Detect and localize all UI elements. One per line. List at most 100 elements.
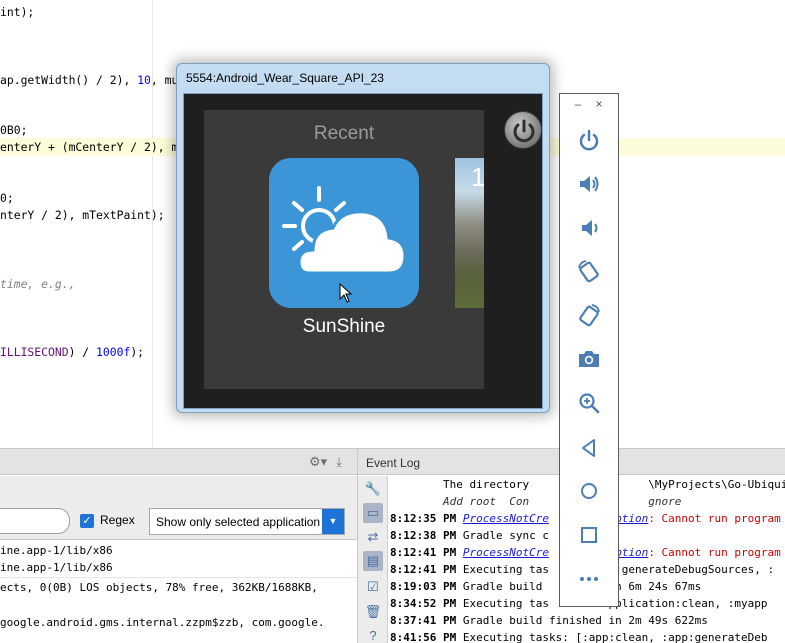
application-filter-select[interactable]: Show only selected application ▼ — [149, 508, 345, 535]
balloon-icon[interactable]: ▭ — [363, 503, 383, 523]
camera-icon — [579, 351, 599, 367]
event-text: Executing tas — [462, 563, 549, 576]
emulator-window[interactable]: 5554:Android_Wear_Square_API_23 Recent S… — [176, 63, 550, 413]
event-time: 8:12:38 PM — [390, 529, 463, 542]
hide-panel-icon[interactable]: ⤓ — [331, 454, 347, 470]
logcat-panel: ⚙▾ ⤓ ✓ Regex Show only selected applicat… — [0, 448, 357, 643]
mark-read-icon[interactable]: ☑ — [363, 577, 383, 597]
overview-button[interactable] — [576, 522, 602, 548]
volume-down-button[interactable] — [576, 215, 602, 241]
more-button[interactable] — [576, 566, 602, 592]
watch-screen[interactable]: Recent SunShine 1 — [204, 110, 484, 389]
home-icon — [581, 483, 597, 499]
emulator-frame: Recent SunShine 1 — [183, 93, 543, 409]
event-time: 8:37:41 PM — [390, 614, 463, 627]
minimize-button[interactable]: – — [572, 97, 584, 111]
event-log-entry: Add root Con gnore — [390, 493, 681, 510]
code-token: int); — [0, 5, 35, 19]
event-link[interactable]: ption — [615, 512, 648, 525]
code-token: ILLISECOND — [0, 345, 69, 359]
close-button[interactable]: × — [593, 97, 605, 111]
volume-down-icon — [582, 220, 598, 236]
event-link[interactable]: ProcessNotCre — [463, 546, 549, 559]
event-link[interactable]: ProcessNotCre — [463, 512, 549, 525]
event-text: Executing tas — [462, 597, 549, 610]
event-log-entry: 8:12:38 PM Gradle sync c — [390, 527, 549, 544]
settings-icon[interactable]: ▤ — [363, 551, 383, 571]
event-log-title: Event Log — [366, 456, 421, 470]
gear-icon[interactable]: ⚙▾ — [309, 454, 327, 470]
more-icon — [580, 577, 598, 581]
code-token: ap.getWidth() / 2), — [0, 73, 138, 87]
log-line: google.android.gms.internal.zzpm$zzb, co… — [0, 616, 325, 629]
search-input[interactable] — [0, 508, 70, 534]
screenshot-button[interactable] — [576, 346, 602, 372]
event-text: Gradle sync c — [462, 529, 549, 542]
code-token: 1000f — [96, 345, 131, 359]
log-line: ects, 0(0B) LOS objects, 78% free, 362KB… — [0, 581, 318, 594]
power-icon — [513, 119, 535, 143]
code-token: , mu — [150, 73, 179, 87]
event-log-entry: 8:19:03 PM Gradle build in 6m 24s 67ms — [390, 578, 701, 595]
event-time: 8:12:35 PM — [390, 512, 463, 525]
code-line[interactable]: ap.getWidth() / 2), 10, mu — [0, 71, 178, 89]
next-card-text: 1 — [471, 162, 484, 192]
code-line[interactable]: nterY / 2), mTextPaint); — [0, 206, 165, 224]
editor-margin-line — [152, 0, 153, 448]
mouse-cursor-icon — [339, 283, 353, 303]
logcat-header: ⚙▾ ⤓ — [0, 449, 357, 475]
event-time: 8:12:41 PM — [390, 563, 463, 576]
rotate-right-icon — [579, 304, 600, 327]
volume-up-button[interactable] — [576, 171, 602, 197]
regex-checkbox[interactable]: ✓ — [80, 514, 94, 528]
chevron-down-icon[interactable]: ▼ — [322, 509, 344, 534]
code-token: enterY + (mCenterY / 2), m — [0, 140, 179, 154]
help-icon[interactable]: ? — [363, 626, 383, 643]
rotate-right-button[interactable] — [576, 303, 602, 329]
trash-icon[interactable]: 🗑 — [363, 602, 383, 622]
event-time: 8:19:03 PM — [390, 580, 463, 593]
code-line[interactable]: 0; — [0, 189, 14, 207]
rotate-left-button[interactable] — [576, 259, 602, 285]
back-icon — [582, 439, 595, 457]
emulator-title: 5554:Android_Wear_Square_API_23 — [186, 71, 384, 85]
event-log-toolbar: 🔧 ▭ ⇄ ▤ ☑ 🗑 ? — [358, 476, 388, 643]
application-filter-value: Show only selected application — [156, 515, 321, 529]
event-time: 8:41:56 PM — [390, 631, 463, 643]
event-text: Gradle build — [462, 580, 549, 593]
log-line: ine.app-1/lib/x86 — [0, 544, 113, 557]
rotate-left-icon — [578, 260, 599, 283]
power-button[interactable] — [576, 127, 602, 153]
emulator-toolbar: – × — [559, 93, 619, 607]
home-button[interactable] — [576, 478, 602, 504]
event-time: 8:34:52 PM — [390, 597, 463, 610]
wrench-icon[interactable]: 🔧 — [363, 479, 383, 499]
power-icon — [579, 129, 599, 151]
event-text: : Cannot run program — [648, 512, 781, 525]
back-button[interactable] — [576, 435, 602, 461]
logcat-output[interactable]: ine.app-1/lib/x86 ine.app-1/lib/x86 ects… — [0, 542, 357, 643]
event-link[interactable]: ption — [615, 546, 648, 559]
event-text: Add root Con — [390, 495, 530, 508]
code-line[interactable]: ILLISECOND) / 1000f); — [0, 343, 144, 361]
next-app-card[interactable]: 1 — [455, 158, 484, 308]
zoom-icon — [579, 393, 600, 414]
event-time: 8:12:41 PM — [390, 546, 463, 559]
watch-power-button[interactable] — [504, 111, 542, 149]
overview-icon — [581, 527, 597, 543]
code-token: ) / — [68, 345, 97, 359]
code-line[interactable]: time, e.g., — [0, 275, 75, 293]
volume-up-icon — [580, 176, 599, 192]
code-token: 10 — [137, 73, 151, 87]
event-text: Executing tasks: [:app:clean, :app:gener… — [462, 631, 768, 643]
code-token: 0; — [0, 191, 14, 205]
code-token: time, e.g., — [0, 277, 76, 291]
app-name: SunShine — [302, 316, 386, 337]
log-line: ine.app-1/lib/x86 — [0, 561, 113, 574]
zoom-button[interactable] — [576, 390, 602, 416]
code-token: ); — [130, 345, 145, 359]
code-line[interactable]: int); — [0, 3, 34, 21]
code-line[interactable]: 0B0; — [0, 121, 27, 139]
soft-wrap-icon[interactable]: ⇄ — [363, 527, 383, 547]
recent-label: Recent — [313, 123, 375, 144]
